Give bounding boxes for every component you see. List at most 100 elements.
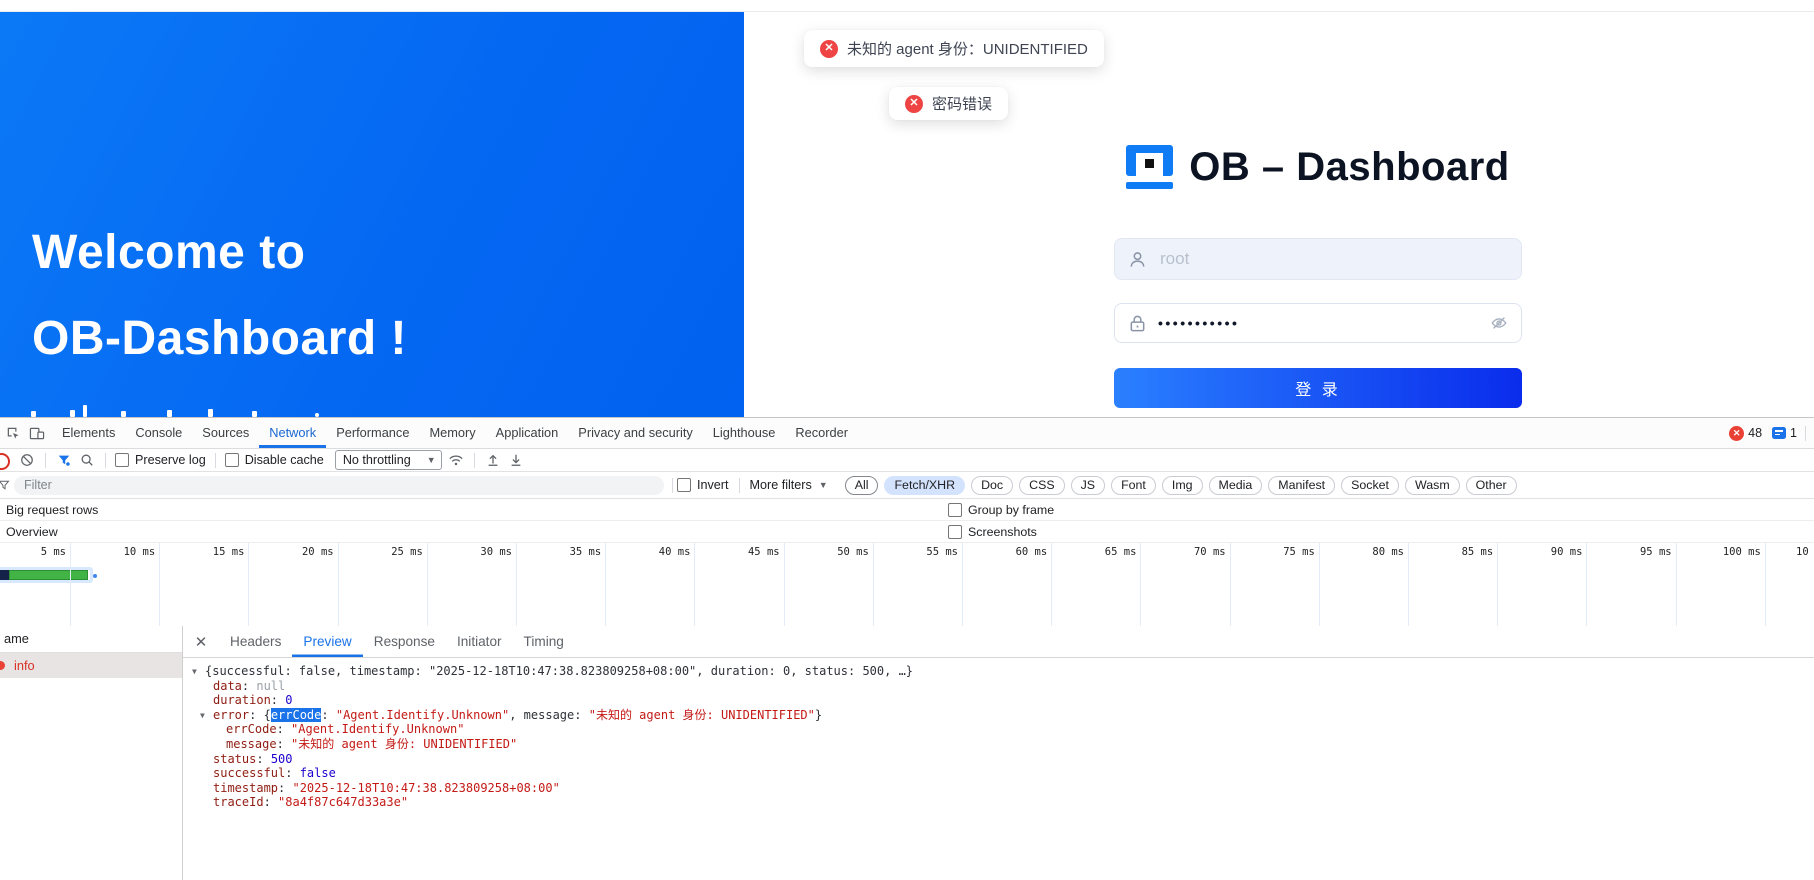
timeline-gridline [605, 543, 606, 626]
timeline-tick-label: 90 ms [1524, 546, 1582, 558]
issue-count[interactable]: 1 [1790, 426, 1797, 440]
lock-icon [1128, 314, 1147, 333]
login-title: OB – Dashboard [1189, 145, 1509, 190]
password-field[interactable]: ••••••••••• [1114, 303, 1522, 343]
checkbox[interactable] [948, 525, 962, 539]
devtools-tab-recorder[interactable]: Recorder [785, 418, 858, 448]
filter-pill-media[interactable]: Media [1209, 476, 1263, 495]
error-count[interactable]: 48 [1748, 426, 1762, 440]
detail-tab-timing[interactable]: Timing [513, 626, 575, 657]
devtools-tab-bar-tabs: ElementsConsoleSourcesNetworkPerformance… [52, 418, 858, 448]
filter-pill-wasm[interactable]: Wasm [1405, 476, 1460, 495]
request-row-info[interactable]: info [0, 653, 182, 678]
devtools-tab-memory[interactable]: Memory [419, 418, 485, 448]
invert-checkbox[interactable]: Invert [677, 478, 729, 492]
checkbox[interactable] [948, 503, 962, 517]
timeline-tick-label: 85 ms [1435, 546, 1493, 558]
request-list: ame info [0, 626, 183, 880]
devtools-panel: ElementsConsoleSourcesNetworkPerformance… [0, 417, 1814, 880]
json-preview-line: status: 500 [183, 752, 1814, 767]
timeline-tick-label: 95 ms [1614, 546, 1672, 558]
timeline-tick-label: 70 ms [1168, 546, 1226, 558]
filter-input[interactable]: Filter [14, 476, 664, 495]
username-field[interactable] [1114, 238, 1522, 280]
filter-pill-socket[interactable]: Socket [1341, 476, 1399, 495]
welcome-line2: OB-Dashboard ! [32, 311, 407, 366]
disable-cache-checkbox[interactable]: Disable cache [225, 453, 324, 467]
filter-pill-fetch-xhr[interactable]: Fetch/XHR [884, 476, 965, 495]
username-input[interactable] [1158, 248, 1462, 270]
filter-pill-font[interactable]: Font [1111, 476, 1156, 495]
expand-arrow-icon[interactable]: ▼ [192, 665, 197, 680]
timeline-gridline [1230, 543, 1231, 626]
json-preview-line: errCode: "Agent.Identify.Unknown" [183, 722, 1814, 737]
json-preview-line: traceId: "8a4f87c647d33a3e" [183, 795, 1814, 810]
timeline-gridline [70, 543, 71, 626]
timeline-gridline [784, 543, 785, 626]
record-network-log-icon[interactable] [0, 453, 10, 470]
screenshots-checkbox[interactable]: Screenshots [948, 525, 1037, 539]
devtools-tab-lighthouse[interactable]: Lighthouse [703, 418, 786, 448]
throttling-select[interactable]: No throttling ▼ [335, 450, 442, 470]
filter-pill-img[interactable]: Img [1162, 476, 1203, 495]
timeline-gridline [694, 543, 695, 626]
timeline-gridline [338, 543, 339, 626]
devtools-tab-elements[interactable]: Elements [52, 418, 125, 448]
filter-icon[interactable] [55, 451, 73, 469]
detail-tab-initiator[interactable]: Initiator [446, 626, 513, 657]
json-preview-line: data: null [183, 679, 1814, 694]
devtools-tab-network[interactable]: Network [259, 418, 326, 448]
devtools-tab-console[interactable]: Console [125, 418, 192, 448]
timeline-gridline [159, 543, 160, 626]
detail-tab-preview[interactable]: Preview [292, 626, 362, 657]
timeline-gridline [962, 543, 963, 626]
status-dot-icon [0, 661, 5, 670]
network-conditions-icon[interactable] [447, 451, 465, 469]
json-preview-line: message: "未知的 agent 身份: UNIDENTIFIED" [183, 737, 1814, 752]
checkbox[interactable] [225, 453, 239, 467]
timeline-overview[interactable]: 5 ms10 ms15 ms20 ms25 ms30 ms35 ms40 ms4… [0, 543, 1814, 627]
detail-tab-headers[interactable]: Headers [219, 626, 292, 657]
clear-network-log-icon[interactable] [18, 451, 36, 469]
filter-pill-manifest[interactable]: Manifest [1268, 476, 1335, 495]
password-mask[interactable]: ••••••••••• [1158, 316, 1239, 330]
filter-pill-other[interactable]: Other [1466, 476, 1517, 495]
device-toolbar-icon[interactable] [28, 424, 46, 442]
filter-pill-all[interactable]: All [845, 476, 879, 495]
search-icon[interactable] [78, 451, 96, 469]
waterfall-dot [93, 574, 97, 578]
timeline-tick-label: 75 ms [1257, 546, 1315, 558]
export-har-icon[interactable] [507, 451, 525, 469]
filter-pill-doc[interactable]: Doc [971, 476, 1013, 495]
error-count-icon[interactable]: ✕ [1729, 426, 1744, 441]
devtools-tab-sources[interactable]: Sources [192, 418, 259, 448]
filter-pill-js[interactable]: JS [1071, 476, 1105, 495]
timeline-tick-label: 35 ms [543, 546, 601, 558]
request-name-header[interactable]: ame [0, 626, 182, 653]
timeline-tick-label: 55 ms [900, 546, 958, 558]
filter-pill-css[interactable]: CSS [1019, 476, 1064, 495]
import-har-icon[interactable] [484, 451, 502, 469]
devtools-tab-performance[interactable]: Performance [326, 418, 419, 448]
detail-tab-response[interactable]: Response [363, 626, 446, 657]
close-icon[interactable]: ✕ [183, 633, 219, 651]
preserve-log-checkbox[interactable]: Preserve log [115, 453, 206, 467]
timeline-gridline [1051, 543, 1052, 626]
expand-arrow-icon[interactable]: ▼ [200, 709, 205, 724]
eye-off-icon[interactable] [1490, 314, 1508, 332]
timeline-tick-label-partial: 10 [1796, 546, 1814, 558]
inspect-element-icon[interactable] [4, 424, 22, 442]
group-by-frame-checkbox[interactable]: Group by frame [948, 503, 1054, 517]
login-button[interactable]: 登 录 [1114, 368, 1522, 408]
checkbox[interactable] [677, 478, 691, 492]
more-filters-button[interactable]: More filters ▼ [750, 478, 828, 492]
toast-error-icon: ✕ [905, 95, 923, 113]
timeline-gridline [1676, 543, 1677, 626]
devtools-tab-bar: ElementsConsoleSourcesNetworkPerformance… [0, 418, 1814, 449]
devtools-tab-privacy-and-security[interactable]: Privacy and security [568, 418, 703, 448]
timeline-gridline [516, 543, 517, 626]
checkbox[interactable] [115, 453, 129, 467]
issues-icon[interactable] [1772, 427, 1786, 439]
devtools-tab-application[interactable]: Application [486, 418, 569, 448]
ob-dashboard-logo-icon [1126, 145, 1173, 189]
